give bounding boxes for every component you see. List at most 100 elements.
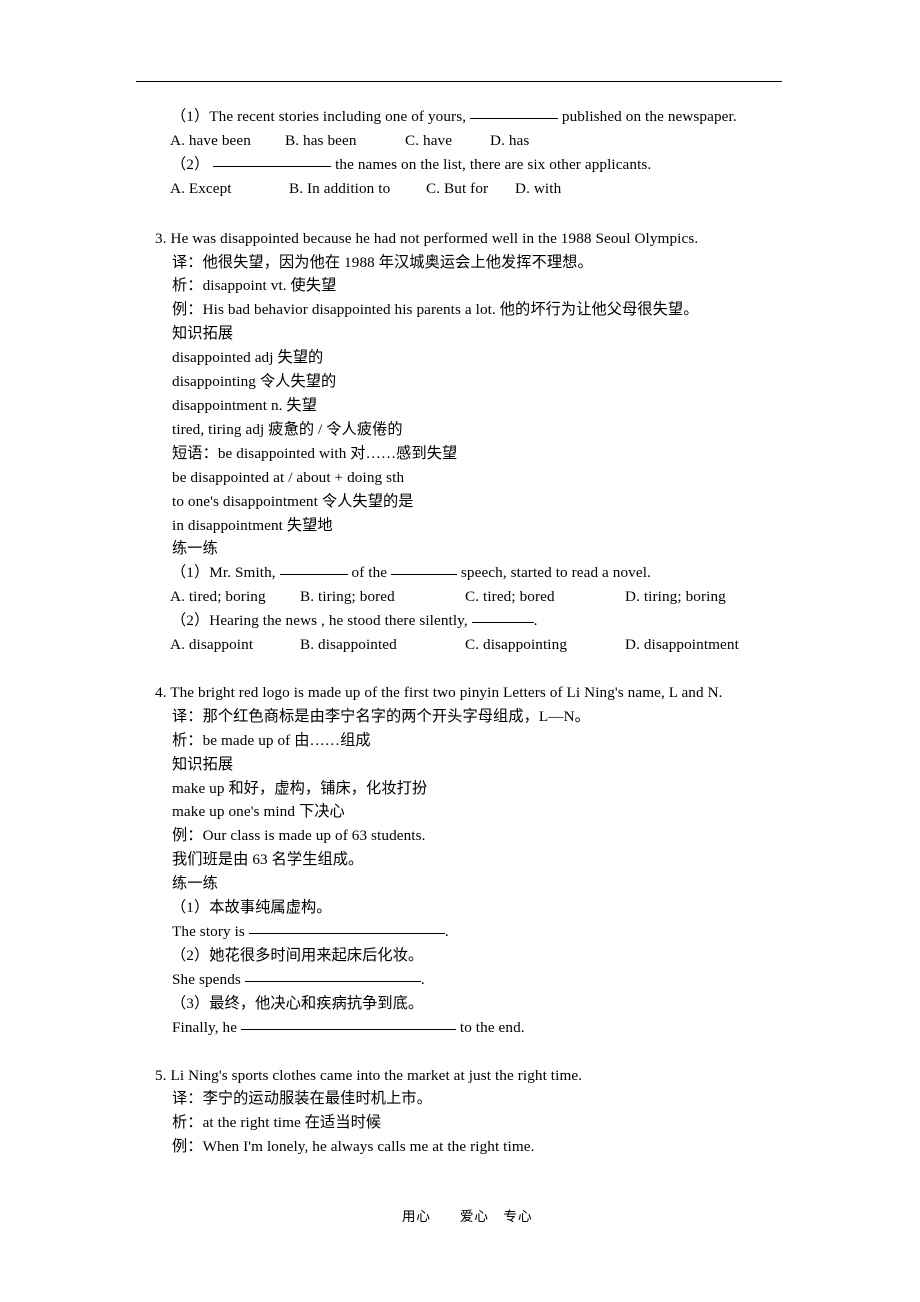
item-5-sentence-text: Li Ning's sports clothes came into the m…	[170, 1066, 583, 1084]
carryover-exercise-block: （1）The recent stories including one of y…	[0, 105, 920, 201]
item-4-example: 例：Our class is made up of 63 students.	[172, 827, 426, 845]
expansion-line: 短语：be disappointed with 对……感到失望	[172, 444, 458, 462]
item-4-translation: 译：那个红色商标是由李宁名字的两个开头字母组成，L—N。	[172, 707, 590, 725]
stem-pre: （1）Mr. Smith,	[171, 564, 276, 582]
option-d[interactable]: D. tiring; boring	[625, 585, 726, 609]
expansion-line: to one's disappointment 令人失望的是	[172, 492, 414, 510]
item-4-sentence-text: The bright red logo is made up of the fi…	[170, 683, 723, 701]
option-c[interactable]: C. But for	[426, 177, 515, 201]
document-body: （1）The recent stories including one of y…	[0, 105, 920, 1159]
option-b[interactable]: B. disappointed	[300, 633, 465, 657]
item-5-example: 例：When I'm lonely, he always calls me at…	[172, 1138, 535, 1156]
option-b[interactable]: B. In addition to	[289, 177, 426, 201]
expansion-line: be disappointed at / about + doing sth	[172, 468, 405, 486]
stem-post: speech, started to read a novel.	[460, 564, 651, 582]
option-d[interactable]: D. with	[515, 177, 561, 201]
carryover-q2-stem-pre: （2）	[171, 155, 210, 173]
answer-post: .	[420, 970, 425, 988]
expansion-line: in disappointment 失望地	[172, 516, 333, 534]
answer-pre: Finally, he	[172, 1018, 238, 1036]
stem-pre: （2）Hearing the news , he stood there sil…	[171, 612, 468, 630]
carryover-q2-options: A. Except B. In addition to C. But for D. w…	[0, 177, 920, 201]
item-5-analysis: 析：at the right time 在适当时候	[172, 1114, 382, 1132]
carryover-q2-stem: （2） the names on the list, there are six…	[0, 153, 920, 177]
item-3-sentence-text: He was disappointed because he had not p…	[170, 229, 699, 247]
expansion-line: tired, tiring adj 疲惫的 / 令人疲倦的	[172, 420, 403, 438]
item-3-number: 3.	[155, 229, 167, 247]
footer-item-3: 专心	[503, 1209, 533, 1225]
item-3-sentence: 3. He was disappointed because he had no…	[0, 227, 920, 251]
item-3-expansion-heading: 知识拓展	[172, 325, 234, 343]
item-4-expansion-heading: 知识拓展	[172, 755, 234, 773]
item-4-practice-q1-prompt: （1）本故事纯属虚构。	[171, 899, 332, 917]
item-4-number: 4.	[155, 683, 167, 701]
item-3-analysis: 析：disappoint vt. 使失望	[172, 277, 337, 295]
carryover-q1-stem-post: published on the newspaper.	[561, 108, 737, 125]
option-a[interactable]: A. have been	[170, 129, 285, 153]
option-c[interactable]: C. disappointing	[465, 633, 625, 657]
item-3-practice-q2-stem: （2）Hearing the news , he stood there sil…	[0, 609, 920, 633]
footer-item-2: 爱心	[459, 1209, 489, 1225]
expansion-line: disappointment n. 失望	[172, 396, 318, 414]
item-4-practice-q3-answer: Finally, he to the end.	[0, 1016, 920, 1040]
item-4-practice-q1-answer: The story is .	[0, 920, 920, 944]
answer-pre: She spends	[172, 970, 241, 988]
item-3-practice-heading: 练一练	[172, 540, 218, 558]
item-4-practice-q2-answer: She spends .	[0, 968, 920, 992]
item-4-analysis: 析：be made up of 由……组成	[172, 731, 371, 749]
option-c[interactable]: C. tired; bored	[465, 585, 625, 609]
carryover-q2-stem-post: the names on the list, there are six oth…	[335, 155, 652, 173]
item-4-practice-q3-prompt: （3）最终，他决心和疾病抗争到底。	[171, 994, 424, 1012]
carryover-q1-stem-pre: （1）The recent stories including one of y…	[171, 108, 467, 125]
answer-blank	[470, 118, 559, 119]
item-4-example-translation: 我们班是由 63 名学生组成。	[172, 851, 364, 869]
expansion-line: disappointed adj 失望的	[172, 349, 324, 367]
item-4-sentence: 4. The bright red logo is made up of the…	[0, 681, 920, 705]
expansion-line: make up one's mind 下决心	[172, 803, 345, 821]
footer-item-1: 用心	[401, 1209, 431, 1225]
item-3-practice-q2-options: A. disappoint B. disappointed C. disappoin…	[0, 633, 920, 657]
item-5-sentence: 5. Li Ning's sports clothes came into th…	[0, 1064, 920, 1088]
header-rule	[136, 81, 782, 82]
item-3-practice-q1-options: A. tired; boring B. tiring; bored C. tired…	[0, 585, 920, 609]
expansion-line: disappointing 令人失望的	[172, 373, 337, 391]
answer-post: .	[444, 923, 449, 940]
item-3-practice-q1-stem: （1）Mr. Smith, of the speech, started to …	[0, 561, 920, 585]
stem-post: .	[533, 612, 538, 630]
carryover-q1-stem: （1）The recent stories including one of y…	[0, 105, 920, 129]
item-3-block: 3. He was disappointed because he had no…	[0, 227, 920, 657]
item-5-block: 5. Li Ning's sports clothes came into th…	[0, 1064, 920, 1160]
item-4-practice-heading: 练一练	[172, 875, 218, 893]
answer-blank	[213, 165, 332, 167]
option-d[interactable]: D. has	[490, 129, 529, 153]
answer-blank	[391, 574, 458, 576]
option-b[interactable]: B. has been	[285, 129, 405, 153]
option-a[interactable]: A. Except	[170, 177, 289, 201]
option-b[interactable]: B. tiring; bored	[300, 585, 465, 609]
option-a[interactable]: A. tired; boring	[170, 585, 300, 609]
stem-mid: of the	[351, 564, 388, 582]
answer-blank[interactable]	[248, 933, 445, 934]
answer-post: to the end.	[459, 1018, 525, 1036]
carryover-q1-options: A. have been B. has been C. have D. has	[0, 129, 920, 153]
item-3-example: 例：His bad behavior disappointed his pare…	[172, 301, 699, 319]
item-4-block: 4. The bright red logo is made up of the…	[0, 681, 920, 1040]
item-5-number: 5.	[155, 1066, 167, 1084]
option-a[interactable]: A. disappoint	[170, 633, 300, 657]
expansion-line: make up 和好，虚构，铺床，化妆打扮	[172, 779, 428, 797]
option-d[interactable]: D. disappointment	[625, 633, 739, 657]
answer-blank[interactable]	[244, 980, 421, 982]
item-5-translation: 译：李宁的运动服装在最佳时机上市。	[172, 1090, 432, 1108]
answer-blank	[471, 622, 534, 624]
page-footer: 用心 爱心 专心	[0, 1205, 920, 1225]
answer-blank[interactable]	[240, 1028, 456, 1030]
answer-blank	[279, 574, 348, 576]
answer-pre: The story is	[172, 923, 245, 940]
item-4-practice-q2-prompt: （2）她花很多时间用来起床后化妆。	[171, 946, 424, 964]
item-3-translation: 译：他很失望，因为他在 1988 年汉城奥运会上他发挥不理想。	[172, 253, 593, 271]
option-c[interactable]: C. have	[405, 129, 490, 153]
document-page: （1）The recent stories including one of y…	[0, 0, 920, 1302]
